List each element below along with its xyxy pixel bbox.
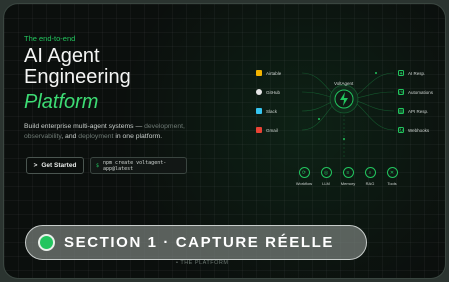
get-started-button[interactable]: > Get Started [26,157,84,174]
input-label-gmail: Gmail [266,127,278,133]
sparkle-icon: ✦ [398,70,404,77]
tool-rag: ⌕ RAG [360,167,380,186]
clock-icon: ◷ [398,89,404,96]
section-under-label: • THE PLATFORM [176,260,229,266]
tool-label-llm: LLM [322,181,330,186]
desc-part-a: Build enterprise multi-agent systems — [24,123,145,130]
desc-part-c: , and [61,133,79,140]
hero-title-line-1: AI Agent [24,45,100,67]
tool-llm: ◎ LLM [316,167,336,186]
github-icon [256,89,262,95]
refresh-icon: ↻ [398,127,404,134]
slack-icon [256,108,262,114]
output-node-api-resp: ▤ API Resp. [398,106,445,116]
terminal-prompt-icon: $ [96,162,100,169]
tool-tools: ✕ Tools [382,167,402,186]
input-label-github: GitHub [266,89,281,95]
document-icon: ▤ [398,108,404,115]
database-icon: ≡ [342,167,354,178]
output-label-ai-resp: AI Resp. [408,70,426,76]
tool-label-rag: RAG [365,181,375,186]
architecture-diagram: VoltAgent Airtable GitHub Slack Gmail ✦ … [244,59,444,194]
brain-icon: ◎ [320,167,332,178]
tool-memory: ≡ Memory [338,167,358,186]
input-node-airtable: Airtable [256,68,308,78]
tool-label-workflow: Workflow [295,181,313,186]
airtable-icon [256,70,262,76]
input-label-slack: Slack [266,108,278,114]
hero-eyebrow: The end-to-end [24,34,76,43]
output-node-automations: ◷ Automations [398,87,445,97]
output-label-webhooks: Webhooks [408,127,430,133]
tool-label-memory: Memory [340,181,356,186]
section-badge-label: SECTION 1 · CAPTURE RÉELLE [64,234,334,251]
search-icon: ⌕ [364,167,376,178]
section-badge: SECTION 1 · CAPTURE RÉELLE [25,225,367,260]
hero-title-line-3: Platform [24,91,99,113]
hero-description: Build enterprise multi-agent systems — d… [24,122,224,142]
input-node-gmail: Gmail [256,125,308,135]
wrench-icon: ✕ [386,167,398,178]
input-node-slack: Slack [256,106,308,116]
gmail-icon [256,127,262,133]
input-node-github: GitHub [256,87,308,97]
input-label-airtable: Airtable [266,70,282,76]
output-node-ai-resp: ✦ AI Resp. [398,68,445,78]
hero-title-line-2: Engineering [24,66,131,88]
desc-part-e: in one platform. [113,133,163,140]
get-started-label: Get Started [41,162,77,169]
desc-part-d: deployment [78,133,114,140]
voltagent-hub-label: VoltAgent [334,81,354,86]
install-command: npm create voltagent-app@latest [103,159,167,172]
tool-label-tools: Tools [387,181,397,186]
status-dot-icon [38,234,55,251]
workflow-icon: ⟳ [298,167,310,178]
tool-workflow: ⟳ Workflow [294,167,314,186]
output-label-automations: Automations [408,89,434,95]
chevron-right-icon: > [33,162,38,169]
install-command-box[interactable]: $ npm create voltagent-app@latest [90,157,187,174]
output-node-webhooks: ↻ Webhooks [398,125,445,135]
output-label-api-resp: API Resp. [408,108,429,114]
